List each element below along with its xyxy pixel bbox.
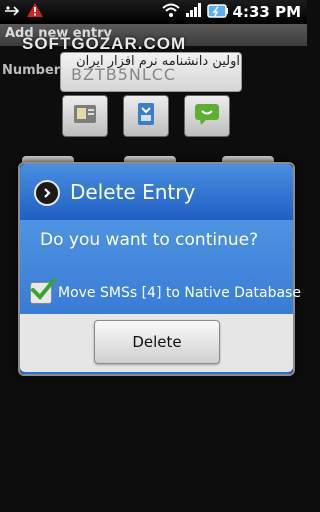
chevron-right-icon: [34, 180, 60, 206]
dialog-button-bar: Delete: [20, 314, 293, 372]
signal-icon: [185, 2, 203, 22]
usb-icon: [4, 3, 20, 22]
messages-button[interactable]: [184, 95, 230, 137]
delete-entry-dialog: Delete Entry Do you want to continue? Mo…: [18, 162, 301, 376]
contacts-icon: [72, 102, 98, 130]
number-label: Number: [2, 63, 61, 78]
status-bar: 4:33 PM: [0, 0, 307, 24]
checkmark-icon: [31, 278, 56, 300]
delete-button[interactable]: Delete: [94, 320, 220, 364]
phone-book-icon: [133, 101, 159, 131]
persian-slogan: اولین دانشنامه نرم افزار ایران: [76, 54, 240, 69]
watermark: SOFTGOZAR.COM: [22, 34, 187, 53]
dialog-title: Delete Entry: [70, 180, 196, 204]
battery-icon: [206, 3, 229, 22]
move-sms-checkbox[interactable]: [30, 278, 56, 304]
warning-icon: [26, 2, 44, 22]
contacts-button[interactable]: [62, 95, 108, 137]
dialog-message: Do you want to continue?: [40, 230, 259, 250]
status-clock: 4:33 PM: [232, 3, 301, 21]
message-icon: [193, 102, 221, 130]
wifi-icon: [161, 2, 181, 22]
dialog-header: Delete Entry: [20, 164, 293, 220]
call-log-button[interactable]: [123, 95, 169, 137]
move-sms-label[interactable]: Move SMSs [4] to Native Database: [58, 285, 301, 301]
